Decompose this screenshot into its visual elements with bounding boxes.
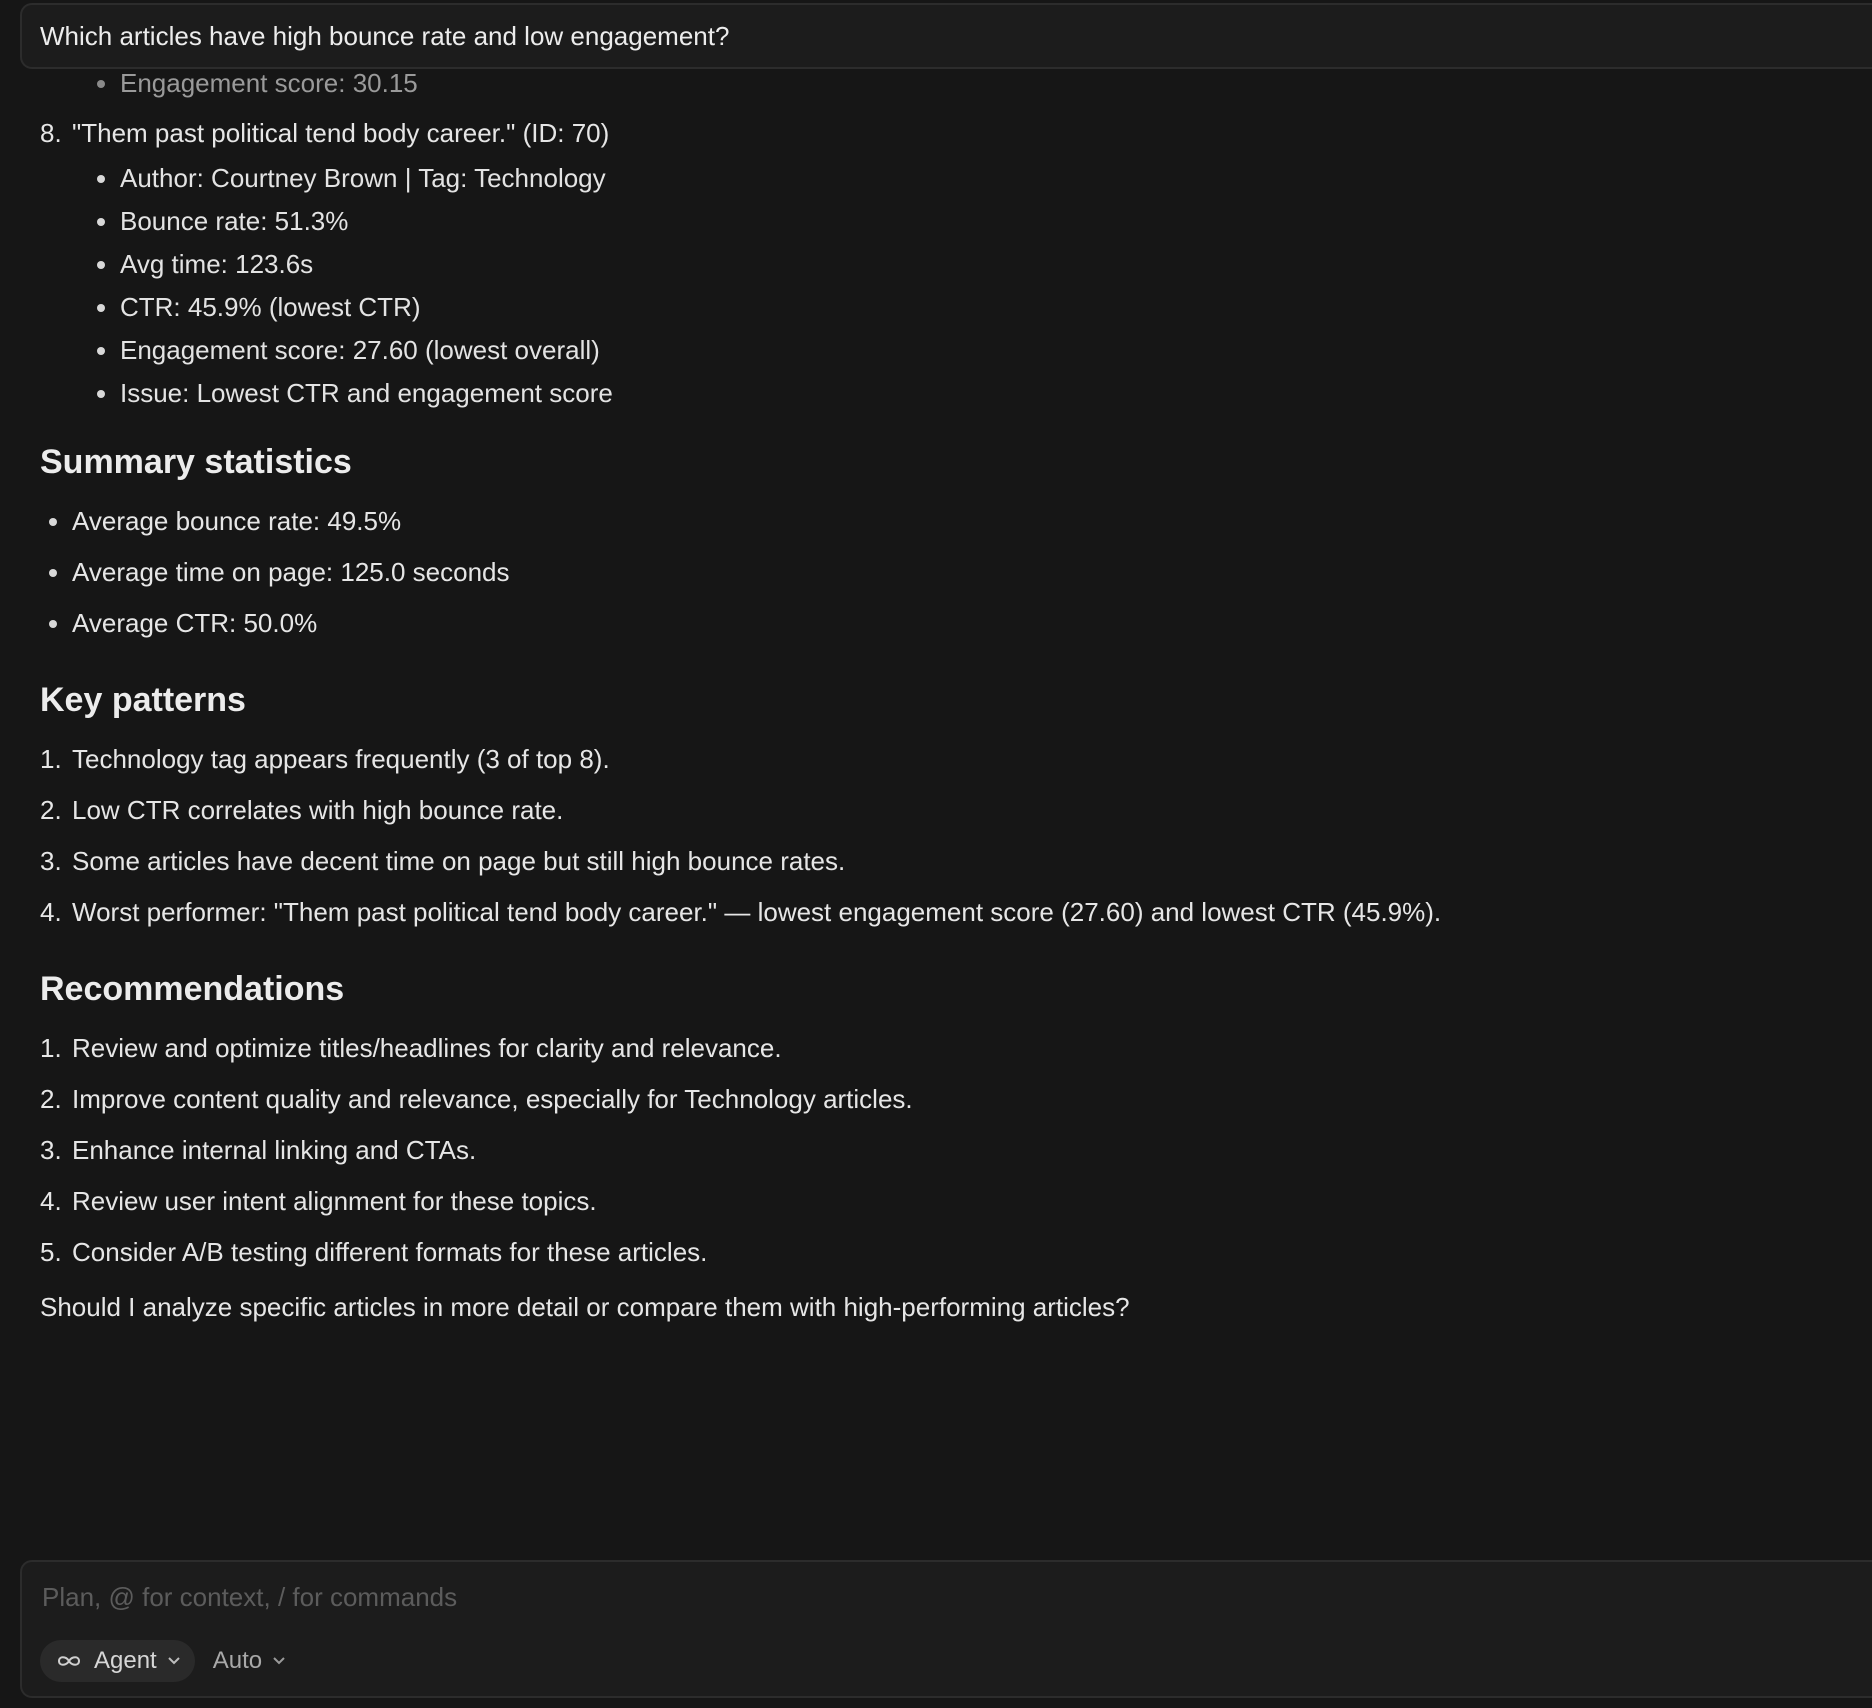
user-query-text: Which articles have high bounce rate and… <box>40 20 730 51</box>
summary-list: Average bounce rate: 49.5% Average time … <box>0 496 1872 649</box>
agent-mode-label: Agent <box>94 1647 157 1674</box>
item-number: 8. <box>40 118 62 148</box>
assistant-response: Engagement score: 30.15 8. "Them past po… <box>0 70 1872 1550</box>
closing-question: Should I analyze specific articles in mo… <box>40 1292 1130 1322</box>
summary-item: Average time on page: 125.0 seconds <box>0 547 1872 598</box>
recommendation-number: 3. <box>40 1135 62 1165</box>
detail-engagement-score: Engagement score: 30.15 <box>0 70 1872 109</box>
pattern-item: 3. Some articles have decent time on page… <box>0 836 1872 887</box>
recommendation-item: 3. Enhance internal linking and CTAs. <box>0 1125 1872 1176</box>
pattern-text: Some articles have decent time on page b… <box>72 846 846 876</box>
recommendation-text: Review and optimize titles/headlines for… <box>72 1033 782 1063</box>
previous-item-details: Engagement score: 30.15 <box>0 70 1872 109</box>
recommendation-text: Review user intent alignment for these t… <box>72 1186 597 1216</box>
chat-panel: Which articles have high bounce rate and… <box>0 0 1872 1708</box>
pattern-text: Technology tag appears frequently (3 of … <box>72 744 610 774</box>
patterns-list: 1. Technology tag appears frequently (3 o… <box>0 734 1872 938</box>
pattern-item: 4. Worst performer: "Them past political … <box>0 887 1872 938</box>
chevron-down-icon <box>272 1656 286 1666</box>
recommendation-text: Enhance internal linking and CTAs. <box>72 1135 477 1165</box>
pattern-text: Low CTR correlates with high bounce rate… <box>72 795 564 825</box>
recommendations-heading: Recommendations <box>40 970 345 1008</box>
recommendation-text: Improve content quality and relevance, e… <box>72 1084 913 1114</box>
infinity-icon <box>54 1653 84 1669</box>
model-label: Auto <box>212 1647 263 1674</box>
article-item-8: 8. "Them past political tend body career… <box>0 108 1872 159</box>
user-query-bubble[interactable]: Which articles have high bounce rate and… <box>20 3 1872 69</box>
recommendation-text: Consider A/B testing different formats f… <box>72 1237 708 1267</box>
recommendation-item: 4. Review user intent alignment for these… <box>0 1176 1872 1227</box>
summary-heading: Summary statistics <box>40 443 352 481</box>
chevron-down-icon <box>167 1656 181 1666</box>
model-selector[interactable]: Auto <box>209 1640 290 1682</box>
summary-item: Average bounce rate: 49.5% <box>0 496 1872 547</box>
recommendation-item: 1. Review and optimize titles/headlines f… <box>0 1023 1872 1074</box>
summary-item: Average CTR: 50.0% <box>0 598 1872 649</box>
recommendation-number: 5. <box>40 1237 62 1267</box>
pattern-item: 1. Technology tag appears frequently (3 o… <box>0 734 1872 785</box>
pattern-text: Worst performer: "Them past political te… <box>72 897 1442 927</box>
detail-issue: Issue: Lowest CTR and engagement score <box>0 368 1872 419</box>
composer: Agent Auto <box>20 1560 1872 1698</box>
recommendations-list: 1. Review and optimize titles/headlines f… <box>0 1023 1872 1278</box>
pattern-number: 4. <box>40 897 62 927</box>
recommendation-number: 4. <box>40 1186 62 1216</box>
recommendation-item: 5. Consider A/B testing different formats… <box>0 1227 1872 1278</box>
pattern-number: 1. <box>40 744 62 774</box>
composer-controls: Agent Auto <box>40 1640 290 1682</box>
message-input[interactable] <box>40 1576 1744 1618</box>
recommendation-number: 2. <box>40 1084 62 1114</box>
patterns-heading: Key patterns <box>40 681 246 719</box>
article-title: "Them past political tend body career." … <box>72 118 610 148</box>
article-details: Author: Courtney Brown | Tag: Technology… <box>0 153 1872 419</box>
agent-mode-dropdown[interactable]: Agent <box>40 1640 195 1682</box>
recommendation-item: 2. Improve content quality and relevance,… <box>0 1074 1872 1125</box>
pattern-number: 3. <box>40 846 62 876</box>
recommendation-number: 1. <box>40 1033 62 1063</box>
pattern-number: 2. <box>40 795 62 825</box>
pattern-item: 2. Low CTR correlates with high bounce ra… <box>0 785 1872 836</box>
